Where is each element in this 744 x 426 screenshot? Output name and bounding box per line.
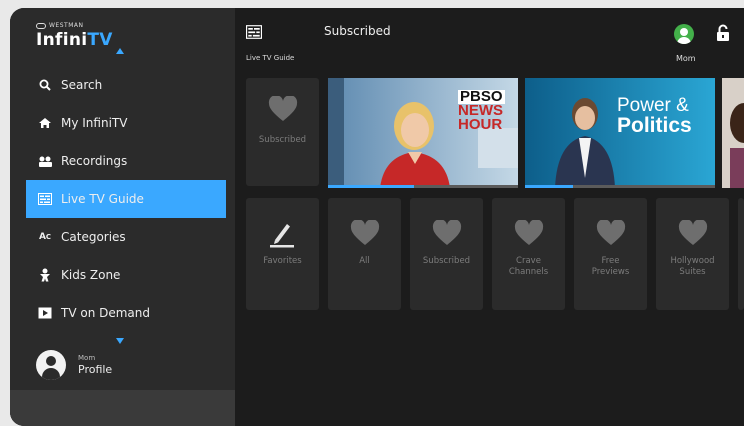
category-tile-favorites[interactable]: Favorites [246,198,319,310]
westman-logo-icon [36,22,46,29]
heart-icon [596,220,626,245]
user-avatar[interactable] [674,24,694,44]
progress-fill [525,185,573,188]
guide-icon[interactable] [246,24,262,43]
program-thumbnail-partial [730,103,744,188]
sidebar-item-tv-on-demand[interactable]: TV on Demand [10,294,235,332]
sidebar-item-label: Kids Zone [61,268,121,282]
sidebar-item-live-tv-guide[interactable]: Live TV Guide [26,180,226,218]
brand-main-text: Infini [36,30,88,50]
sidebar-item-label: My InfiniTV [61,116,128,130]
sidebar-item-kids-zone[interactable]: Kids Zone [10,256,235,294]
guide-icon [37,192,53,206]
sidebar-item-label: Recordings [61,154,128,168]
sidebar-item-label: TV on Demand [61,306,151,320]
sidebar-item-categories[interactable]: A C Categories [10,218,235,256]
sidebar-item-label: Search [61,78,103,92]
newshour-logo-text-2: HOUR [458,116,503,133]
category-tile-crave-channels[interactable]: Crave Channels [492,198,565,310]
progress-fill [328,185,414,188]
subscribed-tile[interactable]: Subscribed [246,78,319,186]
heart-icon [514,220,544,245]
brand-small-text: WESTMAN [49,22,84,29]
sidebar-item-my-infinitv[interactable]: My InfiniTV [10,104,235,142]
sidebar-footer [10,390,235,426]
user-name: Mom [676,54,696,63]
guide-label: Live TV Guide [246,54,295,62]
progress-bar [525,185,715,188]
home-icon [37,116,53,130]
scroll-up-icon[interactable] [116,48,124,54]
profile-avatar-icon [36,350,66,380]
category-tile-free-previews[interactable]: Free Previews [574,198,647,310]
scroll-down-icon[interactable] [116,338,124,344]
on-demand-icon [37,306,53,320]
tile-label: Hollywood Suites [670,256,715,277]
kids-icon [37,268,53,282]
pencil-icon [270,224,294,248]
sidebar-nav: Search My InfiniTV Recordings Live TV Gu… [10,66,235,332]
profile-button[interactable]: Mom Profile [36,350,112,380]
tile-label: Crave Channels [508,256,549,277]
tile-label: All [359,256,370,266]
brand-logo: WESTMAN InfiniTV [36,22,113,50]
tile-label: Free Previews [591,256,630,277]
lock-icon[interactable] [716,24,730,46]
heart-icon [268,96,298,121]
sidebar-item-recordings[interactable]: Recordings [10,142,235,180]
tile-label: Favorites [263,256,302,266]
category-tile-subscribed[interactable]: Subscribed [410,198,483,310]
tile-label: Subscribed [422,256,471,266]
program-tile-partial[interactable] [722,78,744,188]
category-tile-hollywood-suites[interactable]: Hollywood Suites [656,198,729,310]
sidebar-item-label: Live TV Guide [61,192,144,206]
tile-label: Subscribed [258,135,307,145]
category-tile-partial[interactable] [738,198,744,310]
power-logo-text: Power & [617,95,689,116]
sidebar-item-search[interactable]: Search [10,66,235,104]
heart-icon [678,220,708,245]
sidebar: WESTMAN InfiniTV Search My InfiniTV Reco… [10,8,235,426]
program-tile-power-politics[interactable]: Power & Politics [525,78,715,188]
category-tile-all[interactable]: All [328,198,401,310]
heart-icon [350,220,380,245]
progress-bar [328,185,518,188]
brand-tv-text: TV [87,30,113,50]
categories-icon: AC [38,232,52,242]
sidebar-item-label: Categories [61,230,126,244]
search-icon [37,78,53,92]
politics-logo-text: Politics [617,114,692,137]
profile-label: Profile [78,363,113,376]
heart-icon [432,220,462,245]
page-title: Subscribed [324,24,391,38]
recordings-icon [37,154,53,168]
profile-name: Mom [78,354,96,362]
program-tile-pbs-newshour[interactable]: PBSO NEWS HOUR [328,78,518,188]
app-screen: WESTMAN InfiniTV Search My InfiniTV Reco… [10,8,744,426]
